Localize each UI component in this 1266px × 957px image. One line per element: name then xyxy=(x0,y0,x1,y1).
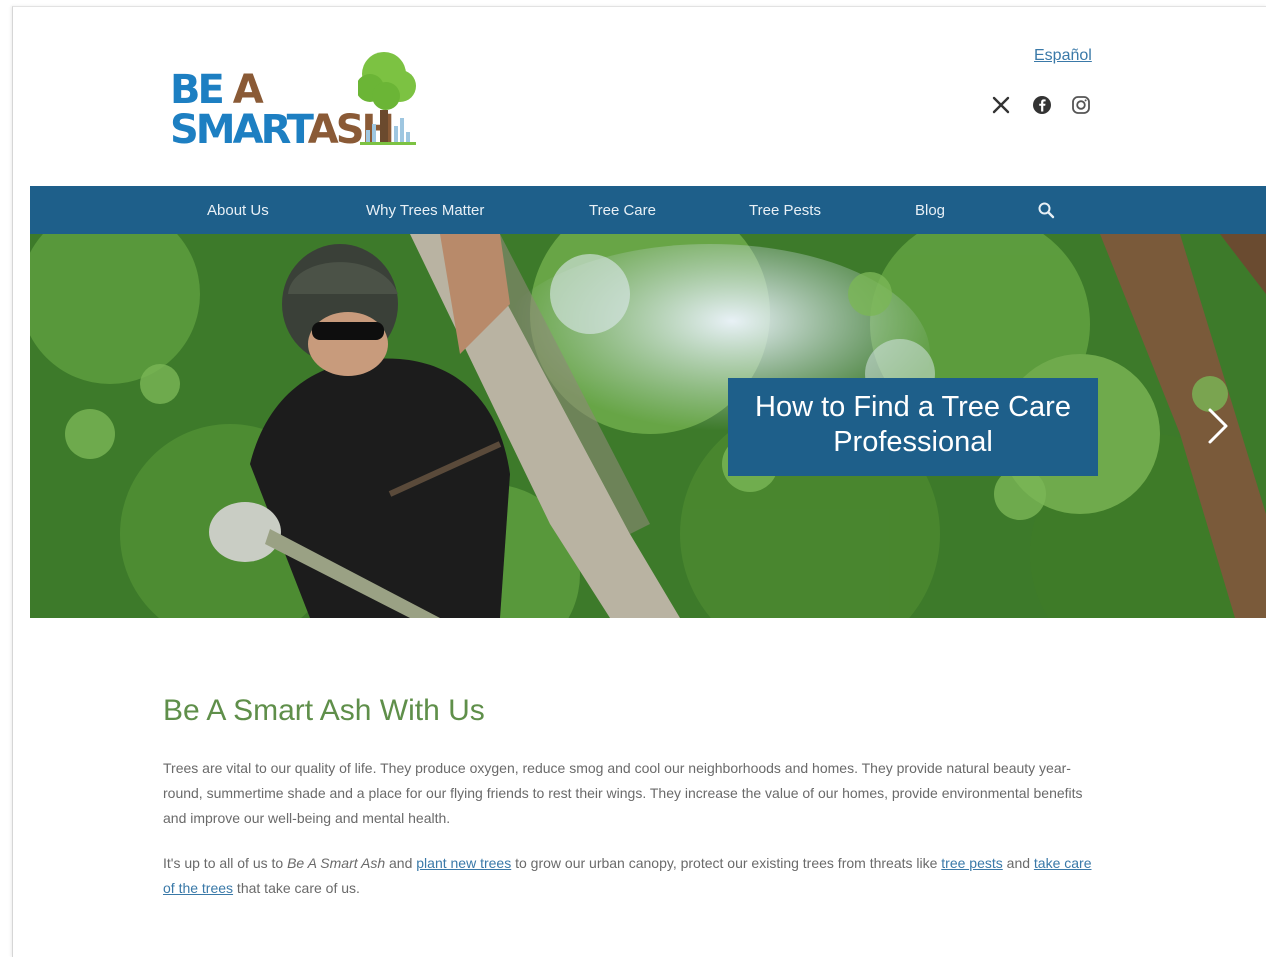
hero-caption-link[interactable]: How to Find a Tree Care Professional xyxy=(728,378,1098,476)
tree-pests-link[interactable]: tree pests xyxy=(941,855,1002,871)
nav-item-tree-pests[interactable]: Tree Pests xyxy=(749,202,821,219)
intro-paragraph: Trees are vital to our quality of life. … xyxy=(163,760,1083,826)
facebook-icon[interactable] xyxy=(1031,94,1053,116)
section-title: Be A Smart Ash With Us xyxy=(163,694,485,727)
nav-item-tree-care[interactable]: Tree Care xyxy=(589,202,656,219)
instagram-icon[interactable] xyxy=(1070,94,1092,116)
main-nav: About Us Why Trees Matter Tree Care Tree… xyxy=(30,186,1266,234)
chevron-right-icon[interactable] xyxy=(1206,406,1230,446)
nav-item-blog[interactable]: Blog xyxy=(915,202,945,219)
nav-item-why-trees-matter[interactable]: Why Trees Matter xyxy=(366,202,484,219)
plant-new-trees-link[interactable]: plant new trees xyxy=(416,855,511,871)
nav-item-about-us[interactable]: About Us xyxy=(207,202,269,219)
search-icon[interactable] xyxy=(1037,201,1055,219)
hero-slider: How to Find a Tree Care Professional xyxy=(30,234,1266,618)
language-link-espanol[interactable]: Español xyxy=(1034,47,1092,65)
x-icon[interactable] xyxy=(990,94,1012,116)
tree-logo-icon xyxy=(358,52,416,145)
site-logo[interactable]: BE A SMARTASH xyxy=(170,48,430,150)
logo-line-1: BE A xyxy=(170,67,264,113)
call-to-action-paragraph: It's up to all of us to Be A Smart Ash a… xyxy=(163,855,1092,896)
